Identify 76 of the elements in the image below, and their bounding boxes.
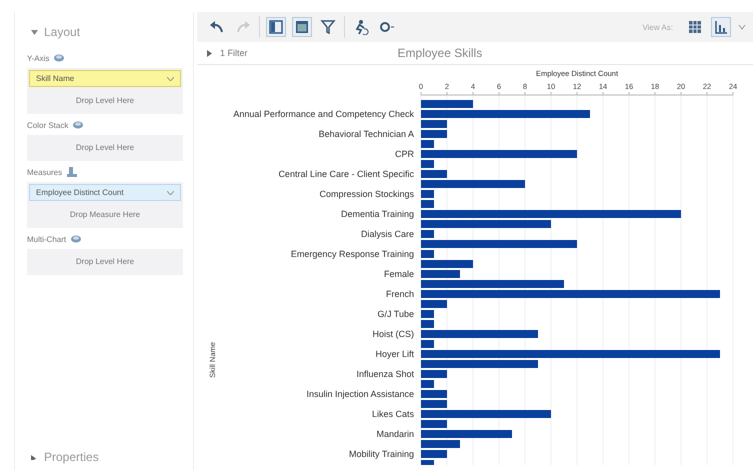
drop-hint: Drop Level Here [74,95,136,107]
cube-icon [53,53,66,63]
caret-icon[interactable] [737,22,747,32]
category-label: Hoist (CS) [372,329,414,339]
category-label: Dementia Training [340,209,414,219]
caret-icon[interactable] [31,30,38,34]
panel-title[interactable]: Layout [44,25,80,39]
bar [421,250,434,258]
runner-icon[interactable] [353,19,369,35]
bar [421,270,460,278]
drop-hint: Drop Level Here [74,142,136,154]
bar [421,230,434,238]
cube-icon [72,120,84,130]
category-label: Behavioral Technician A [318,129,414,139]
bar [421,380,434,388]
ruler-icon [66,167,78,177]
category-label: G/J Tube [377,309,414,319]
bar [421,400,447,408]
drop-hint: Drop Measure Here [68,209,142,221]
cube-icon [70,234,82,244]
undo-icon[interactable] [209,19,225,35]
category-label: Mobility Training [348,449,414,459]
field-pill[interactable]: Skill Name [29,70,181,87]
filter-toggle[interactable]: 1 Filter [207,48,248,58]
bar [421,190,434,198]
category-label: Likes Cats [372,409,414,419]
drop-zone[interactable]: Drop Level Here [27,135,183,161]
bar [421,170,447,178]
caret-icon[interactable] [207,50,212,56]
bar [421,200,434,208]
category-label: Dialysis Care [360,229,414,239]
drop-hint: Drop Level Here [74,256,136,268]
bar [421,320,434,328]
bar [421,370,447,378]
category-label: Influenza Shot [356,369,414,379]
bar [421,440,460,448]
section-label: Y-Axis [27,54,50,62]
bar [421,130,447,138]
bar [421,310,434,318]
bar [421,160,434,168]
category-label: Female [384,269,414,279]
section-label: Measures [27,168,62,176]
bar [421,260,473,268]
table-button[interactable] [292,17,312,37]
bar [421,300,447,308]
category-label: Compression Stockings [319,189,414,199]
bar [421,340,434,348]
category-label: Insulin Injection Assistance [306,389,414,399]
category-label: Central Line Care - Client Specific [278,169,414,179]
category-label: Mandarin [376,429,414,439]
view-as-label: View As: [642,22,673,32]
panel-button[interactable] [266,17,286,37]
bar [421,420,447,428]
field-pill[interactable]: Employee Distinct Count [29,184,181,201]
section-label: Multi-Chart [27,234,66,244]
bar-chart-view-button[interactable] [711,17,731,37]
category-label: Hoyer Lift [375,349,414,359]
category-label: French [386,289,414,299]
drop-zone[interactable]: Skill Name Drop Level Here [27,68,183,114]
category-label: Annual Performance and Competency Check [233,109,414,119]
category-label: Emergency Response Training [290,249,414,259]
drop-zone[interactable]: Drop Level Here [27,249,183,275]
drop-zone[interactable]: Employee Distinct Count Drop Measure Here [27,182,183,228]
chart-title: Employee Skills [398,46,482,60]
bar [421,120,447,128]
bar [421,140,434,148]
gear-icon[interactable] [379,19,395,35]
bar [421,450,447,458]
panel-title[interactable]: Properties [44,450,99,464]
section-label: Color Stack [27,120,68,130]
bar [421,460,434,465]
bar [421,100,473,108]
filter-icon[interactable] [320,19,336,35]
category-label: CPR [394,149,414,159]
bar [421,390,447,398]
caret-icon[interactable] [31,454,38,460]
